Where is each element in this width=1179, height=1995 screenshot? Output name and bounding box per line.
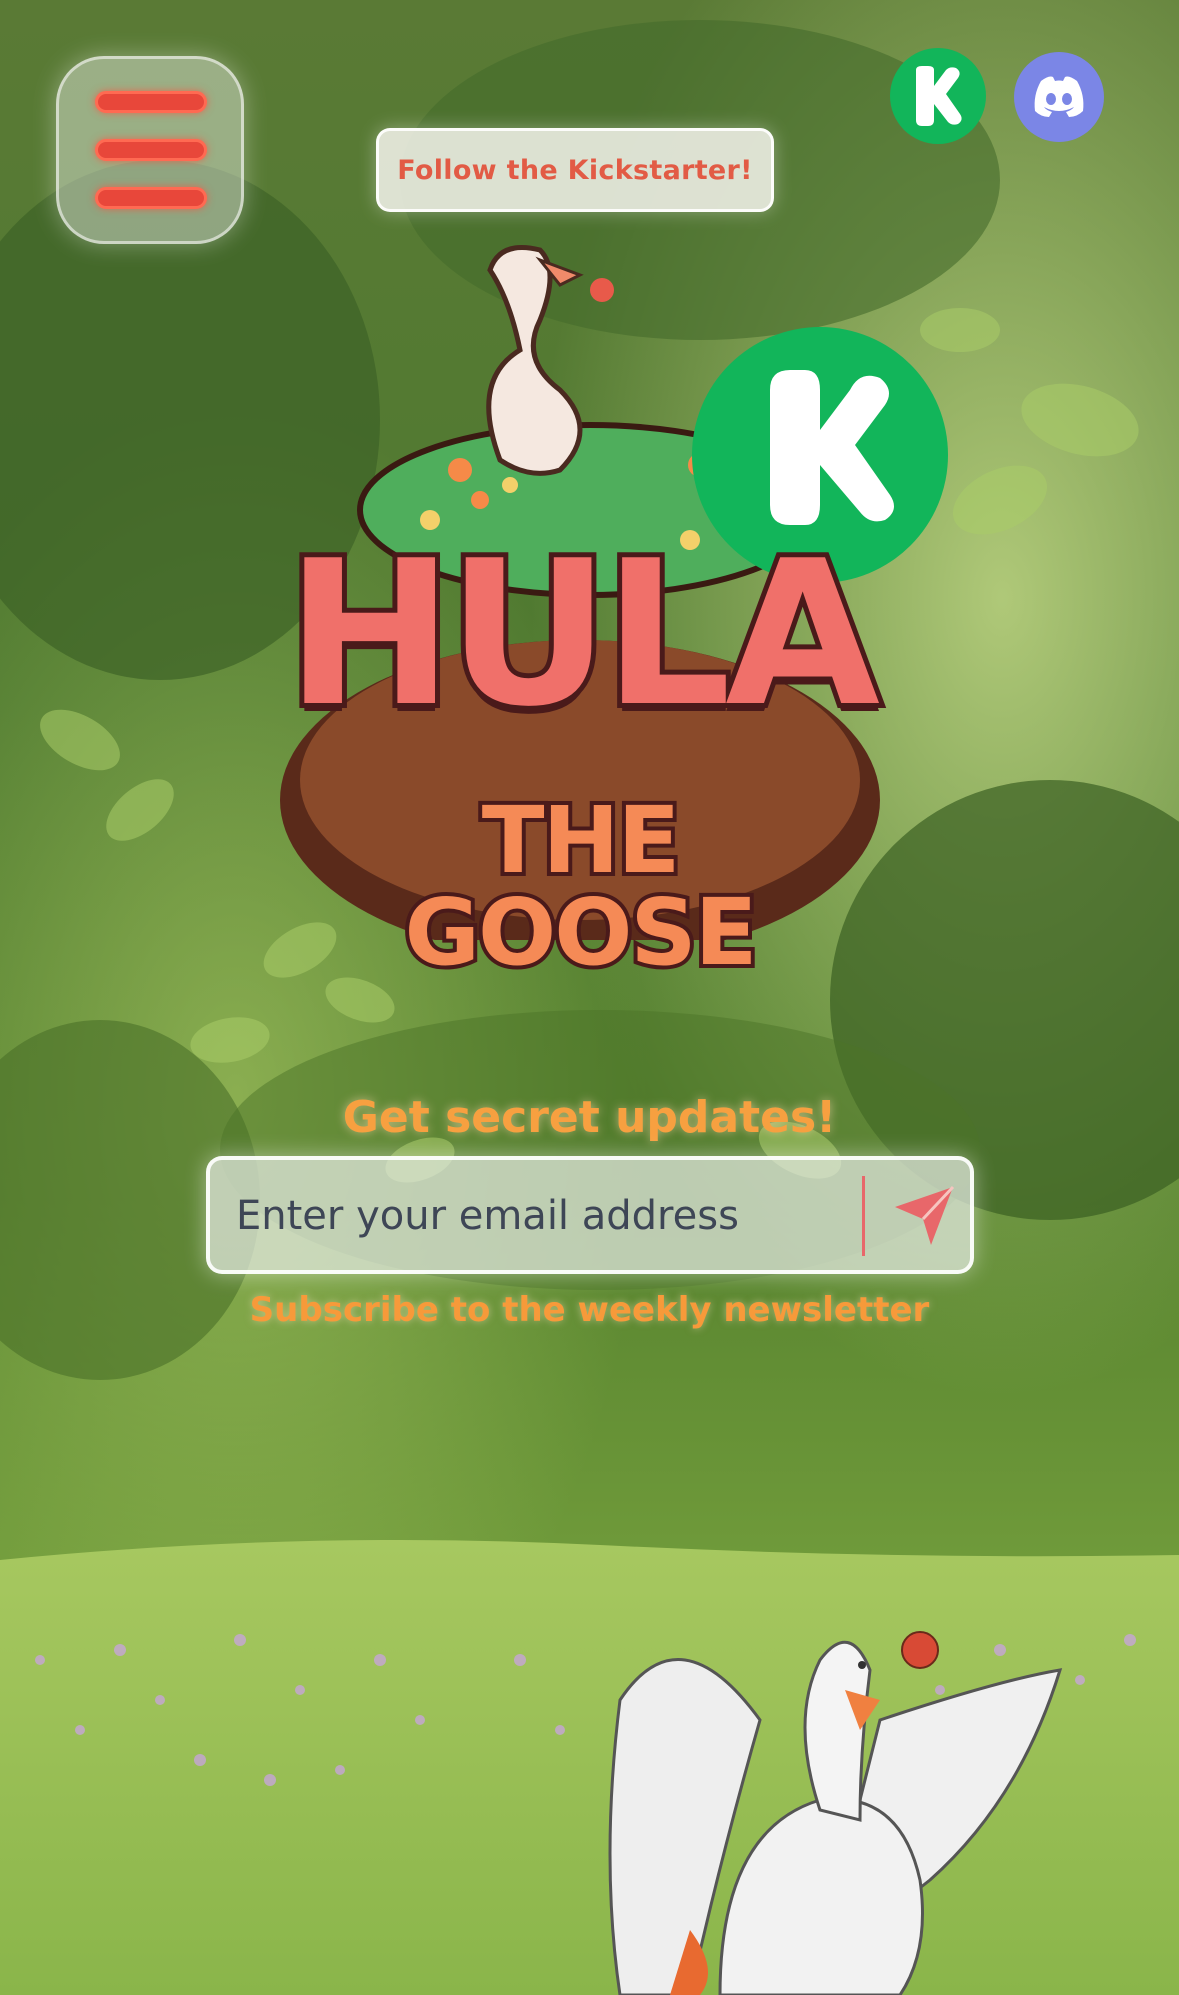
email-input[interactable] bbox=[234, 1180, 838, 1252]
divider bbox=[862, 1176, 865, 1256]
menu-button[interactable] bbox=[56, 56, 244, 244]
signup-title: Get secret updates! bbox=[342, 1092, 837, 1143]
follow-kickstarter-label: Follow the Kickstarter! bbox=[397, 154, 753, 186]
kickstarter-link[interactable] bbox=[890, 48, 986, 144]
hamburger-menu-icon bbox=[95, 91, 207, 113]
newsletter-caption: Subscribe to the weekly newsletter bbox=[249, 1290, 930, 1330]
hamburger-menu-icon bbox=[95, 139, 207, 161]
logo-title: HULA bbox=[281, 518, 885, 751]
email-signup-form bbox=[206, 1156, 974, 1274]
logo-subtitle: THE GOOSE bbox=[400, 787, 761, 986]
discord-icon bbox=[1034, 76, 1084, 117]
follow-kickstarter-button[interactable]: Follow the Kickstarter! bbox=[376, 128, 774, 212]
send-button[interactable] bbox=[882, 1172, 966, 1260]
send-arrow-icon bbox=[895, 1185, 955, 1245]
hamburger-menu-icon bbox=[95, 187, 207, 209]
kickstarter-icon bbox=[916, 66, 962, 126]
discord-link[interactable] bbox=[1014, 52, 1104, 142]
